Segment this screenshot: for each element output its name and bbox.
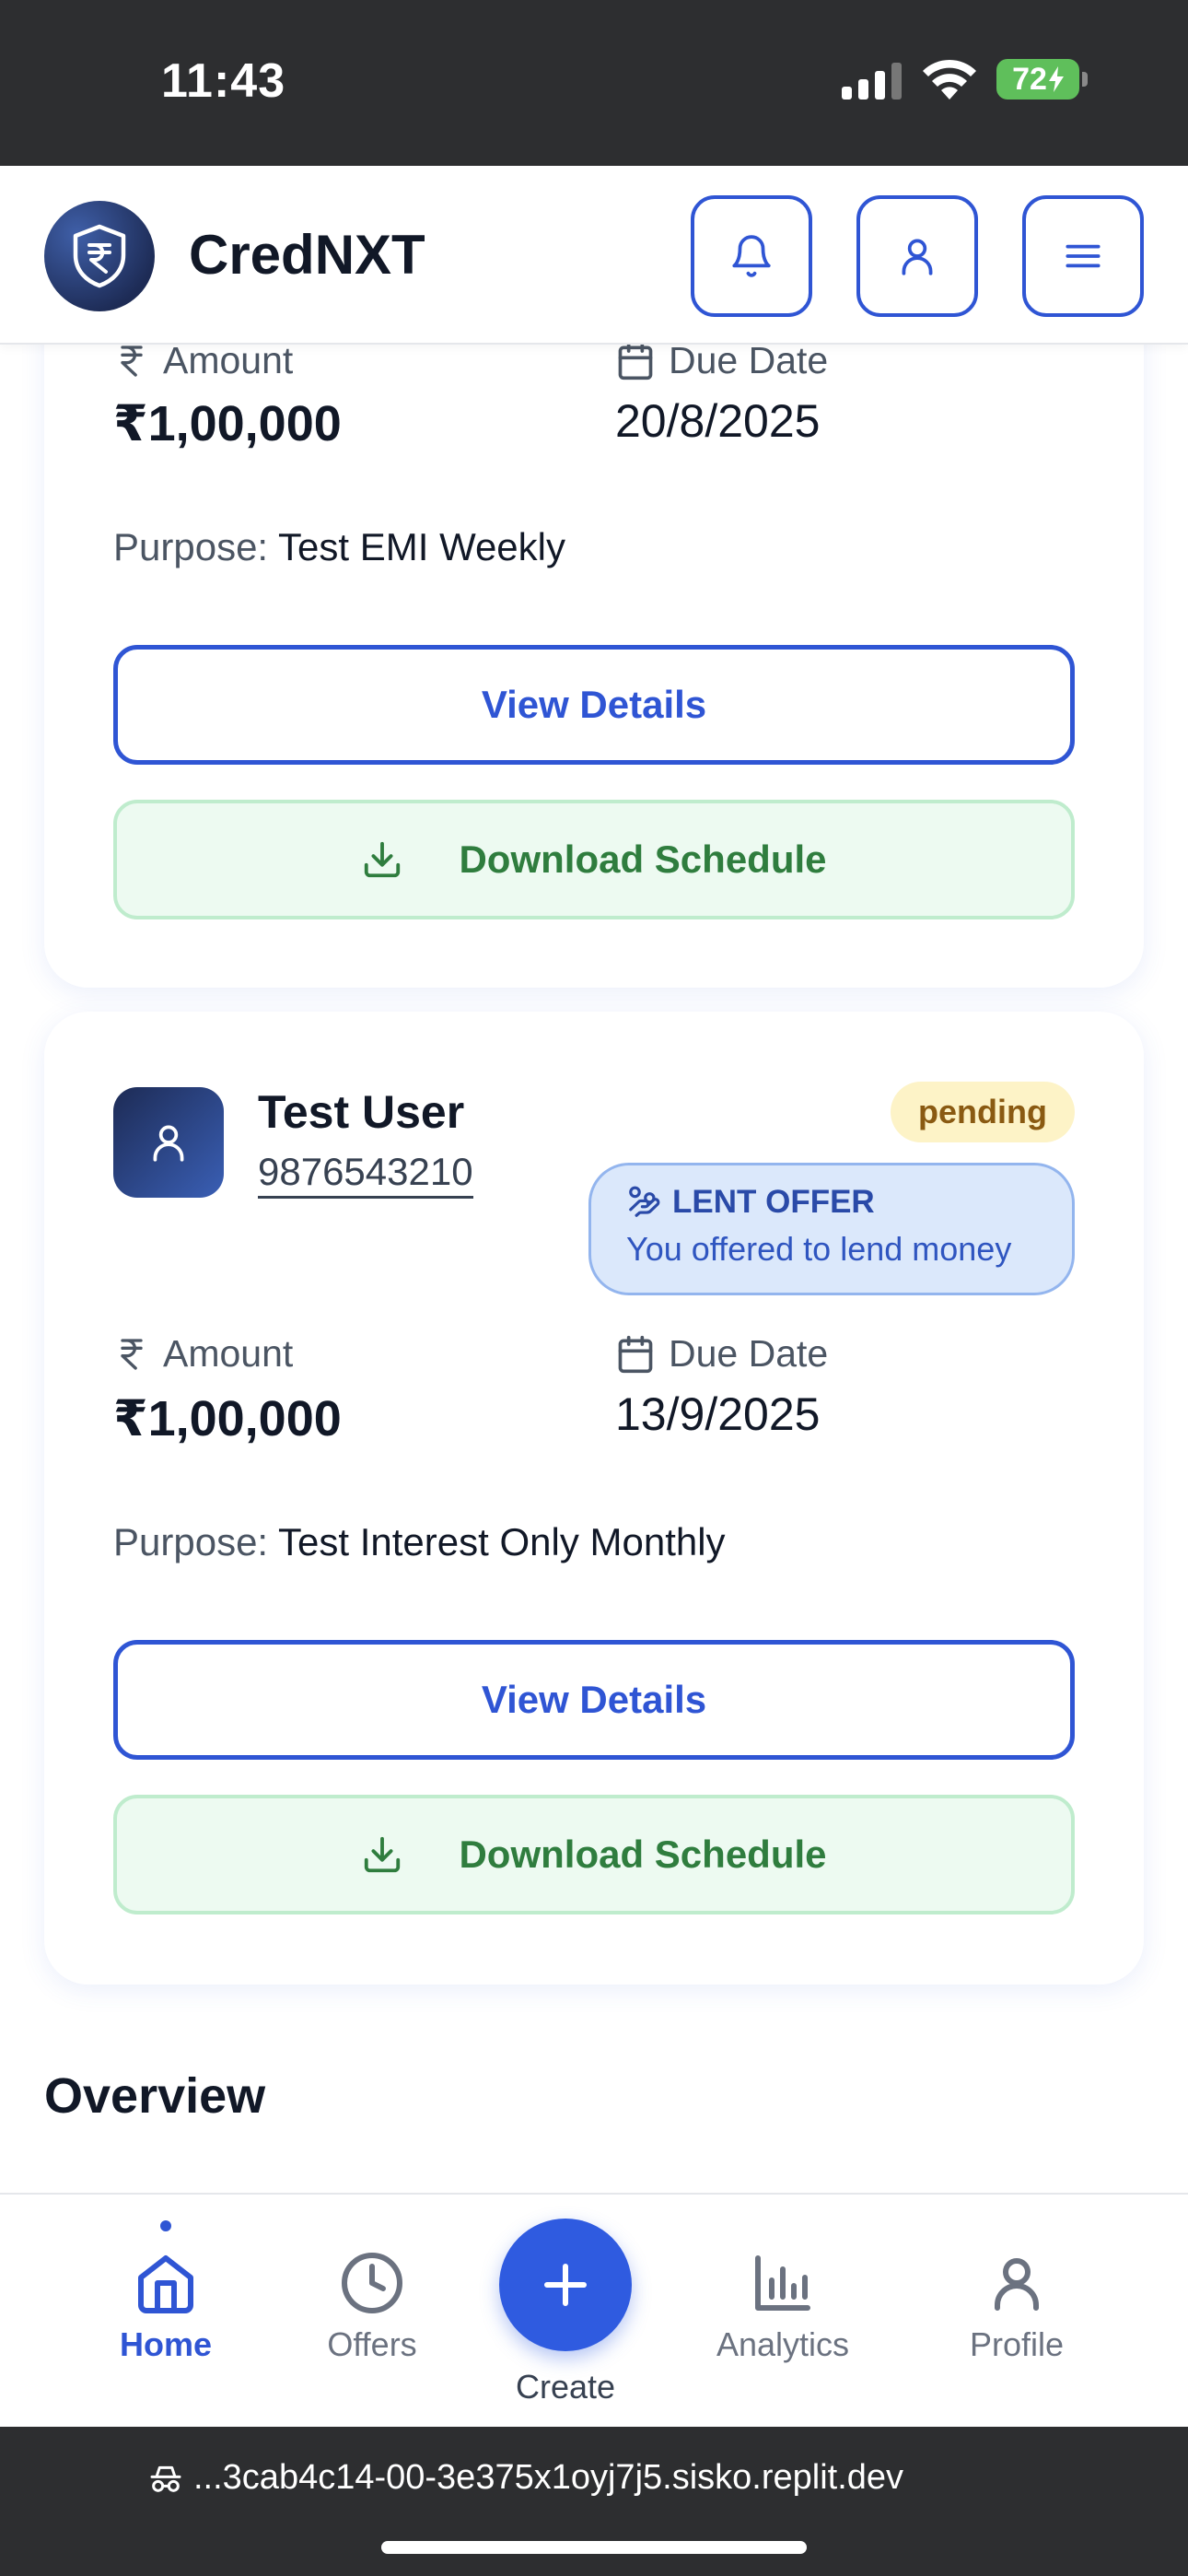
avatar bbox=[113, 1087, 224, 1198]
amount-value: ₹1,00,000 bbox=[113, 396, 342, 451]
due-date-value: 13/9/2025 bbox=[615, 1388, 821, 1440]
download-schedule-button[interactable]: Download Schedule bbox=[113, 800, 1075, 919]
account-button[interactable] bbox=[856, 195, 978, 317]
download-icon bbox=[365, 841, 401, 878]
battery-level: 72 bbox=[1012, 61, 1047, 97]
view-details-button[interactable]: View Details bbox=[113, 645, 1075, 765]
wifi-icon bbox=[923, 59, 976, 100]
shield-rupee-icon bbox=[73, 224, 126, 288]
due-date-label: Due Date bbox=[615, 339, 828, 382]
nav-offers[interactable]: Offers bbox=[280, 2250, 464, 2364]
purpose-label: Purpose: bbox=[113, 525, 269, 568]
due-date-label: Due Date bbox=[615, 1332, 828, 1376]
overview-heading: Overview bbox=[44, 2068, 266, 2124]
user-name: Test User bbox=[258, 1086, 465, 1138]
url-text: ...3cab4c14-00-3e375x1oyj7j5.sisko.repli… bbox=[193, 2458, 904, 2497]
nav-analytics[interactable]: Analytics bbox=[691, 2250, 875, 2364]
menu-button[interactable] bbox=[1022, 195, 1144, 317]
status-time: 11:43 bbox=[161, 54, 286, 108]
download-schedule-button[interactable]: Download Schedule bbox=[113, 1795, 1075, 1914]
rupee-icon bbox=[121, 1338, 143, 1370]
plus-icon bbox=[544, 2264, 587, 2306]
create-button[interactable] bbox=[499, 2219, 632, 2351]
offer-type-pill: LENT OFFER You offered to lend money bbox=[588, 1163, 1075, 1295]
offer-description: You offered to lend money bbox=[626, 1230, 1012, 1268]
user-icon bbox=[902, 239, 933, 275]
amount-label: Amount bbox=[113, 1332, 293, 1376]
browser-url-bar[interactable]: ...3cab4c14-00-3e375x1oyj7j5.sisko.repli… bbox=[0, 2427, 1188, 2576]
download-schedule-label: Download Schedule bbox=[459, 1832, 827, 1876]
clock-icon bbox=[342, 2253, 402, 2313]
status-badge: pending bbox=[891, 1082, 1075, 1142]
bottom-nav: Home Offers Create Analytics Profile bbox=[0, 2193, 1188, 2427]
user-phone-link[interactable]: 9876543210 bbox=[258, 1150, 473, 1199]
bar-chart-icon bbox=[755, 2255, 810, 2311]
offer-type: LENT OFFER bbox=[626, 1184, 1072, 1221]
offer-card: Test User 9876543210 pending LENT OFFER … bbox=[44, 1012, 1144, 1985]
battery-indicator: 72 bbox=[996, 59, 1088, 100]
create-label: Create bbox=[515, 2368, 616, 2406]
offer-card: Amount ₹1,00,000 Due Date 20/8/2025 Purp… bbox=[44, 276, 1144, 988]
purpose-value: Test Interest Only Monthly bbox=[278, 1520, 726, 1563]
due-date-value: 20/8/2025 bbox=[615, 395, 821, 447]
app-header: CredNXT bbox=[0, 166, 1188, 345]
incognito-icon bbox=[150, 2465, 181, 2492]
purpose-value: Test EMI Weekly bbox=[278, 525, 565, 568]
hand-coins-icon bbox=[629, 1186, 660, 1217]
cellular-signal-icon bbox=[842, 63, 902, 100]
download-schedule-label: Download Schedule bbox=[459, 837, 827, 881]
bell-icon bbox=[732, 235, 771, 277]
brand-name: CredNXT bbox=[189, 224, 425, 286]
user-icon bbox=[153, 1125, 184, 1162]
url-display[interactable]: ...3cab4c14-00-3e375x1oyj7j5.sisko.repli… bbox=[147, 2458, 903, 2498]
notifications-button[interactable] bbox=[691, 195, 812, 317]
status-bar: 11:43 72 bbox=[0, 0, 1188, 166]
calendar-icon bbox=[618, 1335, 653, 1373]
app-logo bbox=[44, 201, 155, 311]
amount-value: ₹1,00,000 bbox=[113, 1391, 342, 1446]
charging-bolt-icon bbox=[1048, 66, 1064, 92]
purpose-label: Purpose: bbox=[113, 1520, 269, 1563]
nav-home[interactable]: Home bbox=[74, 2250, 258, 2364]
amount-label: Amount bbox=[113, 339, 293, 382]
purpose-line: Purpose: Test Interest Only Monthly bbox=[113, 1520, 726, 1564]
nav-profile[interactable]: Profile bbox=[925, 2250, 1109, 2364]
menu-icon bbox=[1066, 244, 1101, 268]
download-icon bbox=[365, 1836, 401, 1873]
active-indicator bbox=[160, 2220, 171, 2231]
calendar-icon bbox=[618, 342, 653, 380]
purpose-line: Purpose: Test EMI Weekly bbox=[113, 525, 565, 569]
home-icon bbox=[138, 2255, 193, 2313]
user-icon bbox=[995, 2258, 1039, 2311]
rupee-icon bbox=[121, 345, 143, 377]
view-details-button[interactable]: View Details bbox=[113, 1640, 1075, 1760]
home-indicator bbox=[381, 2541, 807, 2554]
